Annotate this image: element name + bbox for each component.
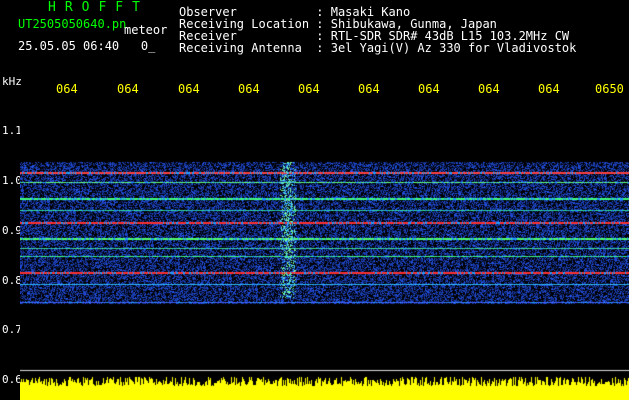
file-name: UT2505050640.pn bbox=[18, 17, 127, 31]
timestamp: 25.05.05 06:40 0_ bbox=[18, 39, 156, 53]
freq-tick-label: 0.8 bbox=[2, 274, 22, 287]
station-info: Observer : Masaki Kano Receiving Locatio… bbox=[179, 6, 576, 54]
time-tick-label: 064 bbox=[298, 82, 320, 96]
time-tick-label: 064 bbox=[117, 82, 139, 96]
time-tick-label: 064 bbox=[358, 82, 380, 96]
time-tick-label: 064 bbox=[538, 82, 560, 96]
freq-tick-label: 1.1 bbox=[2, 124, 22, 137]
antenna-label: Receiving Antenna bbox=[179, 41, 302, 55]
time-tick-label: 064 bbox=[238, 82, 260, 96]
time-tick-label: 064 bbox=[418, 82, 440, 96]
hrofft-display: { "header": { "title": "HROFFT", "filena… bbox=[0, 0, 629, 400]
antenna-value: : 3el Yagi(V) Az 330 for Vladivostok bbox=[316, 41, 577, 55]
time-tick-label: 064 bbox=[56, 82, 78, 96]
app-title: HROFFT bbox=[48, 0, 149, 15]
meteor-tag: meteor bbox=[124, 23, 168, 37]
freq-tick-label: 0.7 bbox=[2, 323, 22, 336]
freq-tick-label: 1.0 bbox=[2, 174, 22, 187]
time-tick-label: 0650 bbox=[595, 82, 624, 96]
freq-unit-label: kHz bbox=[2, 75, 22, 88]
freq-tick-label: 0.9 bbox=[2, 224, 22, 237]
time-tick-label: 064 bbox=[178, 82, 200, 96]
freq-tick-label: 0.6 bbox=[2, 373, 22, 386]
spectrogram-canvas bbox=[20, 98, 629, 400]
time-tick-label: 064 bbox=[478, 82, 500, 96]
